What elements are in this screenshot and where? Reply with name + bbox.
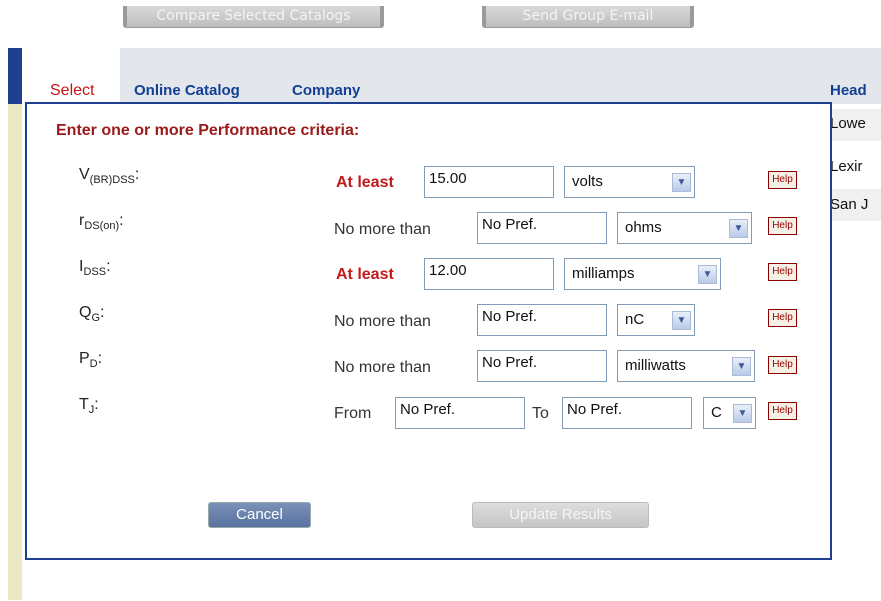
chevron-down-icon[interactable]: ▼: [733, 404, 752, 423]
column-header-company[interactable]: Company: [292, 82, 360, 99]
table-cell-head: San J: [830, 196, 869, 213]
chevron-down-icon[interactable]: ▼: [732, 357, 751, 376]
column-header-head[interactable]: Head: [830, 82, 867, 99]
chevron-down-icon[interactable]: ▼: [698, 265, 717, 284]
qualifier-label: No more than: [334, 313, 431, 330]
pd-unit-select[interactable]: milliwatts ▼: [617, 350, 755, 382]
pd-value-input[interactable]: No Pref.: [477, 350, 607, 382]
param-label-vbrdss: V(BR)DSS:: [79, 166, 140, 187]
qg-unit-select[interactable]: nC ▼: [617, 304, 695, 336]
param-label-qg: QG:: [79, 304, 105, 325]
left-sidebar-accent: [8, 48, 22, 104]
chevron-down-icon[interactable]: ▼: [729, 219, 748, 238]
column-header-select: Select: [50, 82, 95, 99]
table-cell-head: Lowe: [830, 115, 866, 132]
left-sidebar-strip: [8, 48, 22, 600]
qg-value-input[interactable]: No Pref.: [477, 304, 607, 336]
help-button[interactable]: Help: [768, 217, 797, 235]
param-label-pd: PD:: [79, 350, 103, 371]
idss-value-input[interactable]: 12.00: [424, 258, 554, 290]
help-button[interactable]: Help: [768, 402, 797, 420]
param-label-rdson: rDS(on):: [79, 212, 124, 233]
rdson-value-input[interactable]: No Pref.: [477, 212, 607, 244]
update-results-button[interactable]: Update Results: [472, 502, 649, 528]
chevron-down-icon[interactable]: ▼: [672, 311, 691, 330]
qualifier-label: No more than: [334, 221, 431, 238]
help-button[interactable]: Help: [768, 263, 797, 281]
tj-from-input[interactable]: No Pref.: [395, 397, 525, 429]
dialog-title: Enter one or more Performance criteria:: [56, 122, 360, 139]
column-header-online-catalog[interactable]: Online Catalog: [134, 82, 240, 99]
help-button[interactable]: Help: [768, 356, 797, 374]
param-label-idss: IDSS:: [79, 258, 111, 279]
tj-to-input[interactable]: No Pref.: [562, 397, 692, 429]
compare-catalogs-button[interactable]: Compare Selected Catalogs: [123, 6, 384, 28]
from-label: From: [334, 405, 372, 422]
qualifier-label: At least: [336, 174, 394, 191]
to-label: To: [532, 405, 549, 422]
param-label-tj: TJ:: [79, 396, 99, 417]
cancel-button[interactable]: Cancel: [208, 502, 311, 528]
table-cell-head: Lexir: [830, 158, 863, 175]
help-button[interactable]: Help: [768, 309, 797, 327]
qualifier-label: No more than: [334, 359, 431, 376]
vbrdss-value-input[interactable]: 15.00: [424, 166, 554, 198]
chevron-down-icon[interactable]: ▼: [672, 173, 691, 192]
rdson-unit-select[interactable]: ohms ▼: [617, 212, 752, 244]
tj-unit-select[interactable]: C ▼: [703, 397, 756, 429]
performance-criteria-dialog: Enter one or more Performance criteria: …: [25, 102, 832, 560]
vbrdss-unit-select[interactable]: volts ▼: [564, 166, 695, 198]
qualifier-label: At least: [336, 266, 394, 283]
idss-unit-select[interactable]: milliamps ▼: [564, 258, 721, 290]
help-button[interactable]: Help: [768, 171, 797, 189]
send-group-email-button[interactable]: Send Group E-mail: [482, 6, 694, 28]
